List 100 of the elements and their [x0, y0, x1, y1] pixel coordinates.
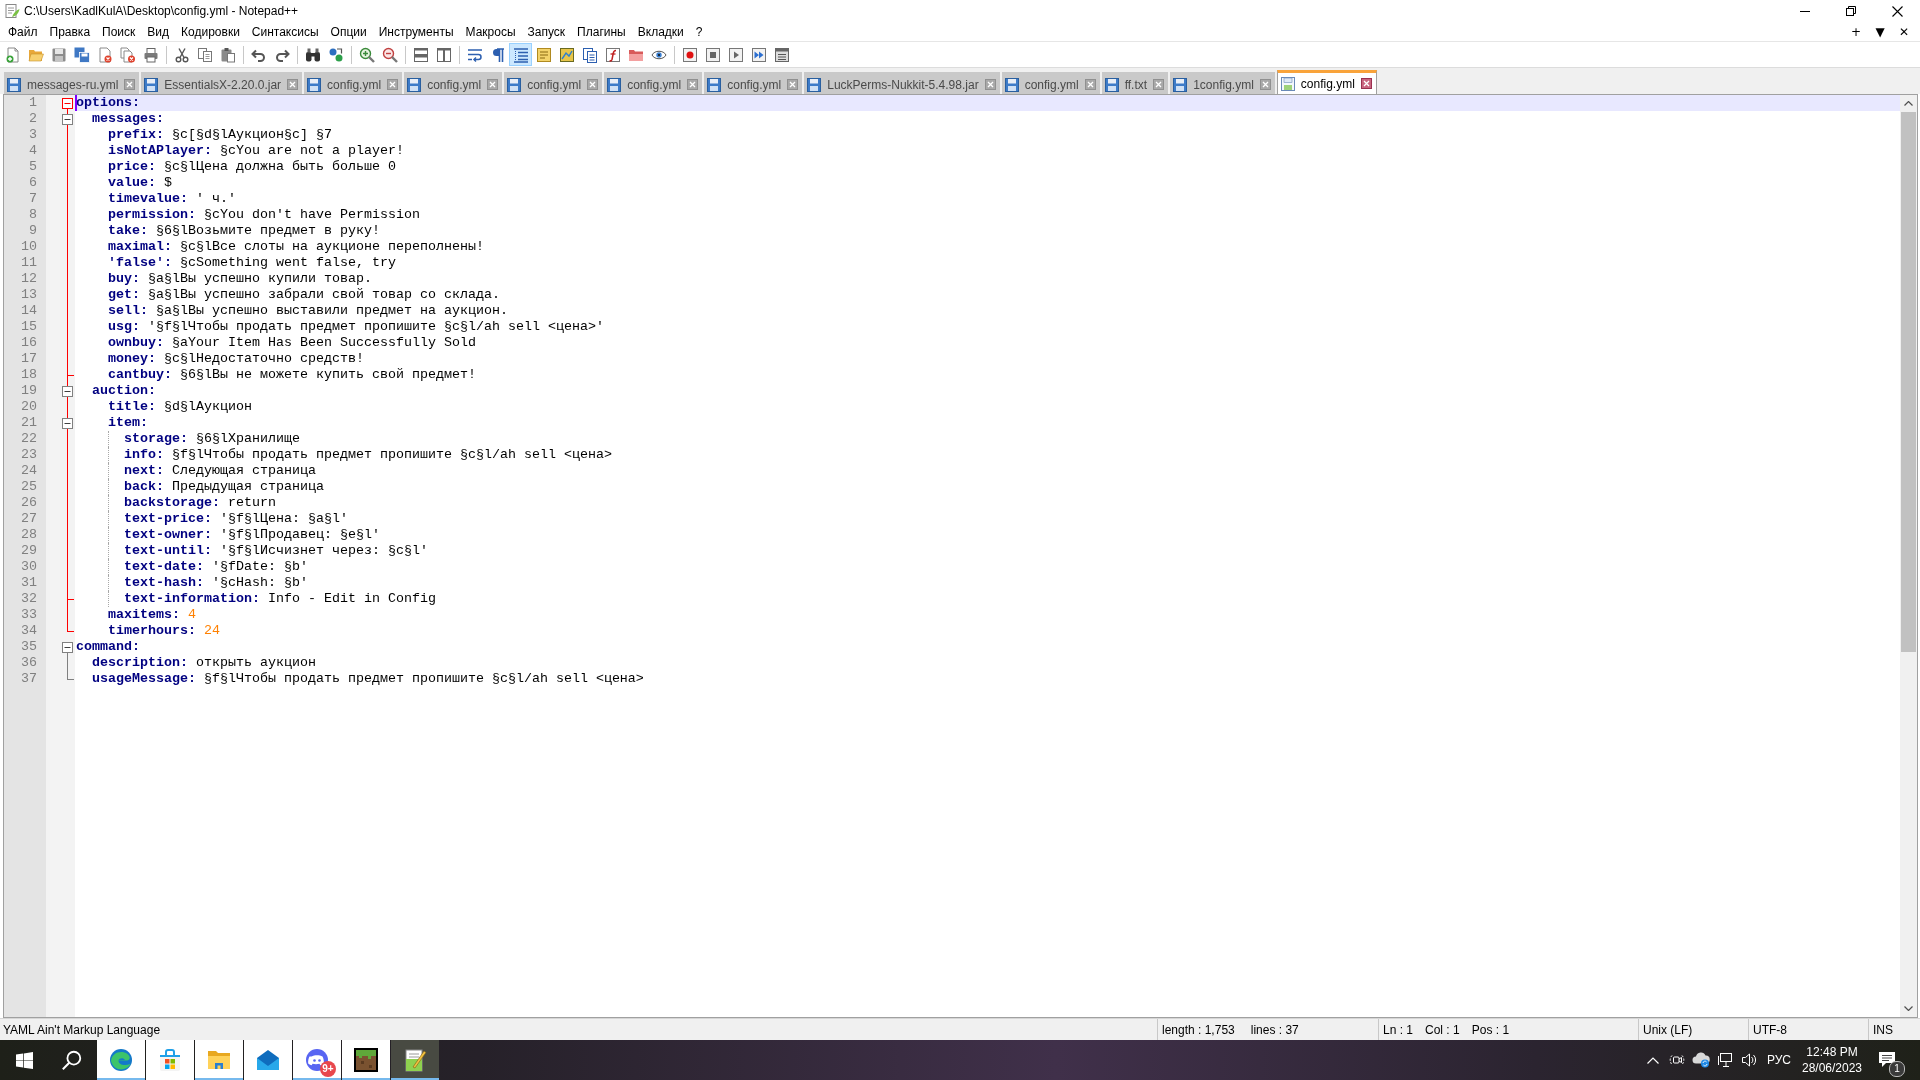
- minus-box-icon[interactable]: [62, 642, 73, 653]
- menu-item[interactable]: ?: [689, 23, 709, 40]
- code-line: auction:: [92, 383, 156, 399]
- notification-icon[interactable]: [1878, 1051, 1896, 1069]
- code-line: 'false': §cSomething went false, try: [108, 255, 396, 271]
- taskbar-button[interactable]: [342, 1040, 390, 1080]
- status-text: lines : 37: [1250, 1022, 1299, 1037]
- chevron-down-icon[interactable]: [1904, 1006, 1913, 1011]
- code-line: usg: '§f§lЧтобы продать предмет пропишите §c§l/ah sell <цена>': [108, 319, 604, 335]
- clock-date[interactable]: 28/06/2023: [1801, 1060, 1863, 1076]
- menu-item[interactable]: Инструменты: [372, 23, 460, 40]
- line-number: 16: [21, 335, 37, 351]
- line-number: 14: [21, 303, 37, 319]
- document-list-icon: [581, 46, 598, 63]
- code-line: ownbuy: §aYour Item Has Been Successfully Sold: [108, 335, 476, 351]
- swirl-icon: [109, 1048, 133, 1072]
- menu-item[interactable]: Поиск: [96, 23, 142, 40]
- status-text: UTF-8: [1753, 1022, 1787, 1037]
- close-icon[interactable]: [1891, 5, 1903, 17]
- clock-time[interactable]: 12:48 PM: [1806, 1044, 1858, 1060]
- line-number: 30: [21, 559, 37, 575]
- language-indicator[interactable]: РУС: [1764, 1053, 1794, 1067]
- menu-item[interactable]: Вкладки: [631, 23, 690, 40]
- menu-item[interactable]: Файл: [2, 23, 44, 40]
- line-number: 24: [21, 463, 37, 479]
- tab[interactable]: config.yml: [704, 72, 803, 94]
- code-line: text-date: '§fDate: §b': [124, 559, 308, 575]
- line-number: 17: [21, 351, 37, 367]
- status-text: INS: [1873, 1022, 1893, 1037]
- tab[interactable]: EssentialsX-2.20.0.jar: [141, 72, 303, 94]
- code-line: text-until: '§f§lИсчизнет через: §c§l': [124, 543, 428, 559]
- code-line: timerhours: 24: [108, 623, 220, 639]
- line-number: 5: [29, 159, 37, 175]
- minus-box-icon[interactable]: [62, 114, 73, 125]
- menu-bar-button[interactable]: ▼: [1868, 24, 1892, 39]
- tab[interactable]: messages-ru.yml: [4, 72, 140, 94]
- minus-box-icon[interactable]: [62, 386, 73, 397]
- menu-item[interactable]: Запуск: [521, 23, 572, 40]
- scrollbar-thumb[interactable]: [1901, 112, 1916, 652]
- menu-item[interactable]: Правка: [43, 23, 97, 40]
- stop-icon: [704, 46, 721, 63]
- clipboard-icon: [219, 46, 236, 63]
- zoom-in-icon: [358, 46, 375, 63]
- menu-bar-button[interactable]: +: [1844, 24, 1868, 39]
- minimize-icon[interactable]: [1800, 10, 1810, 12]
- windows-logo-icon[interactable]: [15, 1051, 33, 1069]
- status-text: length : 1,753: [1162, 1022, 1235, 1037]
- status-text: Col : 1: [1425, 1022, 1460, 1037]
- tab[interactable]: config.yml: [504, 72, 603, 94]
- code-line: usageMessage: §f§lЧтобы продать предмет пропишите §c§l/ah sell <цена>: [92, 671, 644, 687]
- line-number: 22: [21, 431, 37, 447]
- menu-item[interactable]: Опции: [324, 23, 373, 40]
- code-line: sell: §a§lВы успешно выставили предмет на аукцион.: [108, 303, 508, 319]
- menu-bar-button[interactable]: ✕: [1892, 24, 1916, 39]
- tab[interactable]: config.yml: [604, 72, 703, 94]
- menu-item[interactable]: Плагины: [571, 23, 632, 40]
- cloud-sync-icon[interactable]: [1692, 1052, 1710, 1068]
- line-number: 21: [21, 415, 37, 431]
- code-line: text-hash: '§cHash: §b': [124, 575, 308, 591]
- tab[interactable]: config.yml: [304, 72, 403, 94]
- speaker-icon[interactable]: [1741, 1052, 1757, 1068]
- minus-box-icon[interactable]: [62, 418, 73, 429]
- scissors-icon: [173, 46, 190, 63]
- tab[interactable]: ff.txt: [1101, 72, 1169, 94]
- notification-count: 1: [1889, 1061, 1905, 1077]
- tab[interactable]: config.yml: [404, 72, 503, 94]
- tab[interactable]: LuckPerms-Nukkit-5.4.98.jar: [804, 72, 1000, 94]
- copy-icon: [196, 46, 213, 63]
- chevron-up-icon[interactable]: [1904, 101, 1913, 106]
- close-icon[interactable]: [1360, 78, 1372, 89]
- line-number: 27: [21, 511, 37, 527]
- line-number: 6: [29, 175, 37, 191]
- search-icon[interactable]: [61, 1049, 83, 1071]
- file-close-icon: [96, 46, 113, 63]
- line-number: 10: [21, 239, 37, 255]
- side-by-side-windows-icon: [435, 46, 452, 63]
- taskbar-button[interactable]: 9+: [293, 1040, 341, 1080]
- network-icon[interactable]: [1717, 1052, 1733, 1068]
- code-line: info: §f§lЧтобы продать предмет пропишите §c§l/ah sell <цена>: [124, 447, 612, 463]
- play-icon: [727, 46, 744, 63]
- record-icon: [681, 46, 698, 63]
- line-number: 34: [21, 623, 37, 639]
- menu-item[interactable]: Макросы: [459, 23, 522, 40]
- line-number: 15: [21, 319, 37, 335]
- menu-item[interactable]: Вид: [141, 23, 176, 40]
- code-line: text-owner: '§f§lПродавец: §e§l': [124, 527, 380, 543]
- tab[interactable]: 1config.yml: [1170, 72, 1275, 94]
- menu-item[interactable]: Кодировки: [175, 23, 246, 40]
- menu-item[interactable]: Синтаксисы: [245, 23, 325, 40]
- printer-icon: [142, 46, 159, 63]
- restore-icon[interactable]: [1846, 6, 1856, 16]
- line-number: 19: [21, 383, 37, 399]
- taskbar-button[interactable]: [391, 1040, 439, 1080]
- tab[interactable]: config.yml: [1276, 70, 1377, 94]
- tab[interactable]: config.yml: [1001, 72, 1100, 94]
- document-map-icon: [558, 46, 575, 63]
- indent-guide-button[interactable]: [509, 43, 532, 66]
- code-line: text-information: Info - Edit in Config: [124, 591, 436, 607]
- vertical-scrollbar[interactable]: [1900, 95, 1917, 1017]
- line-number: 12: [21, 271, 37, 287]
